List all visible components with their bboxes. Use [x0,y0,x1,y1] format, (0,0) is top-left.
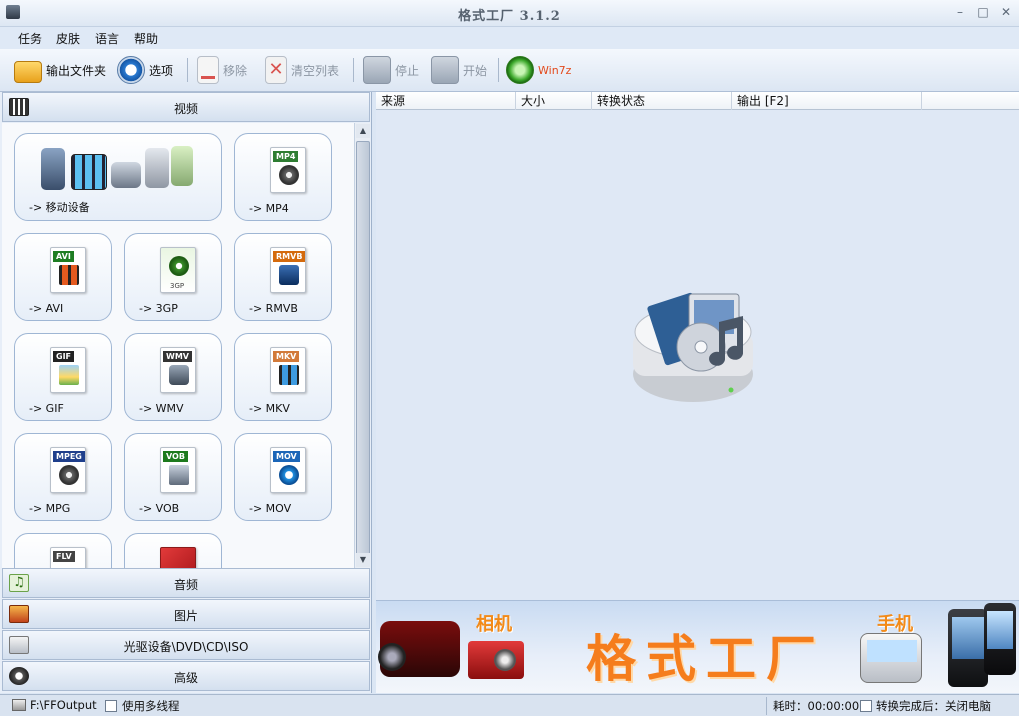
mobile-devices-icon [41,144,195,194]
tiles-scrollbar[interactable]: ▲ ▼ [354,123,370,568]
promo-banner[interactable]: 相机 格式工厂 手机 [376,600,1019,693]
clear-list-button[interactable]: ✕ 清空列表 [265,54,339,86]
tile-gif[interactable]: GIF -> GIF [14,333,112,421]
tile-swf[interactable] [124,533,222,568]
smartphone-icon [948,609,988,687]
remove-icon [197,56,219,84]
tile-label: -> MOV [249,502,292,515]
tile-flv[interactable]: FLV [14,533,112,568]
camcorder-icon [378,621,460,677]
tile-label: -> AVI [29,302,64,315]
tile-rmvb[interactable]: RMVB -> RMVB [234,233,332,321]
category-audio[interactable]: ♫ 音频 [2,568,370,598]
menu-task[interactable]: 任务 [18,30,42,47]
mkv-file-icon: MKV [270,347,306,393]
tile-label: -> MP4 [249,202,289,215]
minimize-button[interactable]: – [950,3,970,21]
category-video[interactable]: 视频 [2,92,370,122]
toolbar-separator [187,58,188,82]
column-source[interactable]: 来源 [376,92,516,110]
toolbar-separator [498,58,499,82]
win7z-icon [506,56,534,84]
tile-label: -> 移动设备 [29,201,90,214]
category-picture[interactable]: 图片 [2,599,370,629]
flash-file-icon [160,547,196,568]
banner-camera-label: 相机 [476,614,512,635]
tile-label: -> WMV [139,402,184,415]
smartphone-icon [984,603,1016,675]
menu-skin[interactable]: 皮肤 [56,30,80,47]
menu-bar: 任务 皮肤 语言 帮助 [0,27,1019,49]
3gp-file-icon: 3GP [160,247,196,293]
toolbar: 输出文件夹 选项 移除 ✕ 清空列表 停止 开始 Win7z [0,49,1019,92]
gif-file-icon: GIF [50,347,86,393]
title-bar: 格式工厂 3.1.2 – □ ✕ [0,0,1019,27]
output-path[interactable]: F:\FFOutput [30,698,97,712]
task-list-header: 来源 大小 转换状态 输出 [F2] [376,92,1019,110]
window-title: 格式工厂 3.1.2 [458,9,561,24]
video-format-grid: -> 移动设备 MP4 -> MP4 AVI -> AVI 3GP -> 3GP… [2,123,354,568]
tile-vob[interactable]: VOB -> VOB [124,433,222,521]
start-button[interactable]: 开始 [431,54,487,86]
tile-label: -> MKV [249,402,290,415]
toolbar-separator [353,58,354,82]
menu-help[interactable]: 帮助 [134,30,158,47]
elapsed-time: 耗时：00:00:00 [773,699,860,713]
after-done-label: 转换完成后：关闭电脑 [876,699,991,713]
tile-avi[interactable]: AVI -> AVI [14,233,112,321]
output-folder-icon [12,699,26,711]
tile-label: -> VOB [139,502,180,515]
tile-wmv[interactable]: WMV -> WMV [124,333,222,421]
options-icon [117,56,145,84]
rmvb-file-icon: RMVB [270,247,306,293]
options-button[interactable]: 选项 [117,54,173,86]
mov-file-icon: MOV [270,447,306,493]
stop-icon [363,56,391,84]
start-icon [431,56,459,84]
win7z-button[interactable]: Win7z [506,54,571,86]
tile-label: -> GIF [29,402,64,415]
tile-label: -> 3GP [139,302,178,315]
wmv-file-icon: WMV [160,347,196,393]
column-status[interactable]: 转换状态 [592,92,732,110]
scroll-thumb[interactable] [356,141,370,561]
remove-button[interactable]: 移除 [197,54,247,86]
task-list[interactable]: 来源 大小 转换状态 输出 [F2] [376,92,1019,600]
tile-label: -> RMVB [249,302,298,315]
clear-list-icon: ✕ [265,56,287,84]
tile-mobile-device[interactable]: -> 移动设备 [14,133,222,221]
flv-file-icon: FLV [50,547,86,568]
maximize-button[interactable]: □ [973,3,993,21]
avi-file-icon: AVI [50,247,86,293]
column-size[interactable]: 大小 [516,92,592,110]
close-button[interactable]: ✕ [996,3,1016,21]
scroll-up-arrow-icon[interactable]: ▲ [356,124,370,138]
mp4-file-icon: MP4 [270,147,306,193]
folder-icon [14,61,42,83]
tile-mp4[interactable]: MP4 -> MP4 [234,133,332,221]
status-bar: F:\FFOutput 使用多线程 耗时：00:00:00 转换完成后：关闭电脑 [0,694,1019,716]
scroll-down-arrow-icon[interactable]: ▼ [356,553,370,567]
shutdown-checkbox[interactable] [860,700,872,712]
tile-mkv[interactable]: MKV -> MKV [234,333,332,421]
tile-3gp[interactable]: 3GP -> 3GP [124,233,222,321]
tile-mpg[interactable]: MPEG -> MPG [14,433,112,521]
tile-mov[interactable]: MOV -> MOV [234,433,332,521]
stop-button[interactable]: 停止 [363,54,419,86]
tile-label: -> MPG [29,502,71,515]
multithread-label: 使用多线程 [122,699,180,713]
phone-icon [860,633,922,683]
output-folder-button[interactable]: 输出文件夹 [14,54,106,86]
status-divider [766,697,767,715]
category-advanced[interactable]: 高级 [2,661,370,691]
multithread-checkbox[interactable] [105,700,117,712]
mpeg-file-icon: MPEG [50,447,86,493]
category-rom-device[interactable]: 光驱设备\DVD\CD\ISO [2,630,370,660]
menu-language[interactable]: 语言 [95,30,119,47]
format-factory-logo-icon [633,292,753,402]
column-output[interactable]: 输出 [F2] [732,92,922,110]
banner-title: 格式工厂 [586,629,826,688]
camera-icon [468,641,524,679]
vob-file-icon: VOB [160,447,196,493]
